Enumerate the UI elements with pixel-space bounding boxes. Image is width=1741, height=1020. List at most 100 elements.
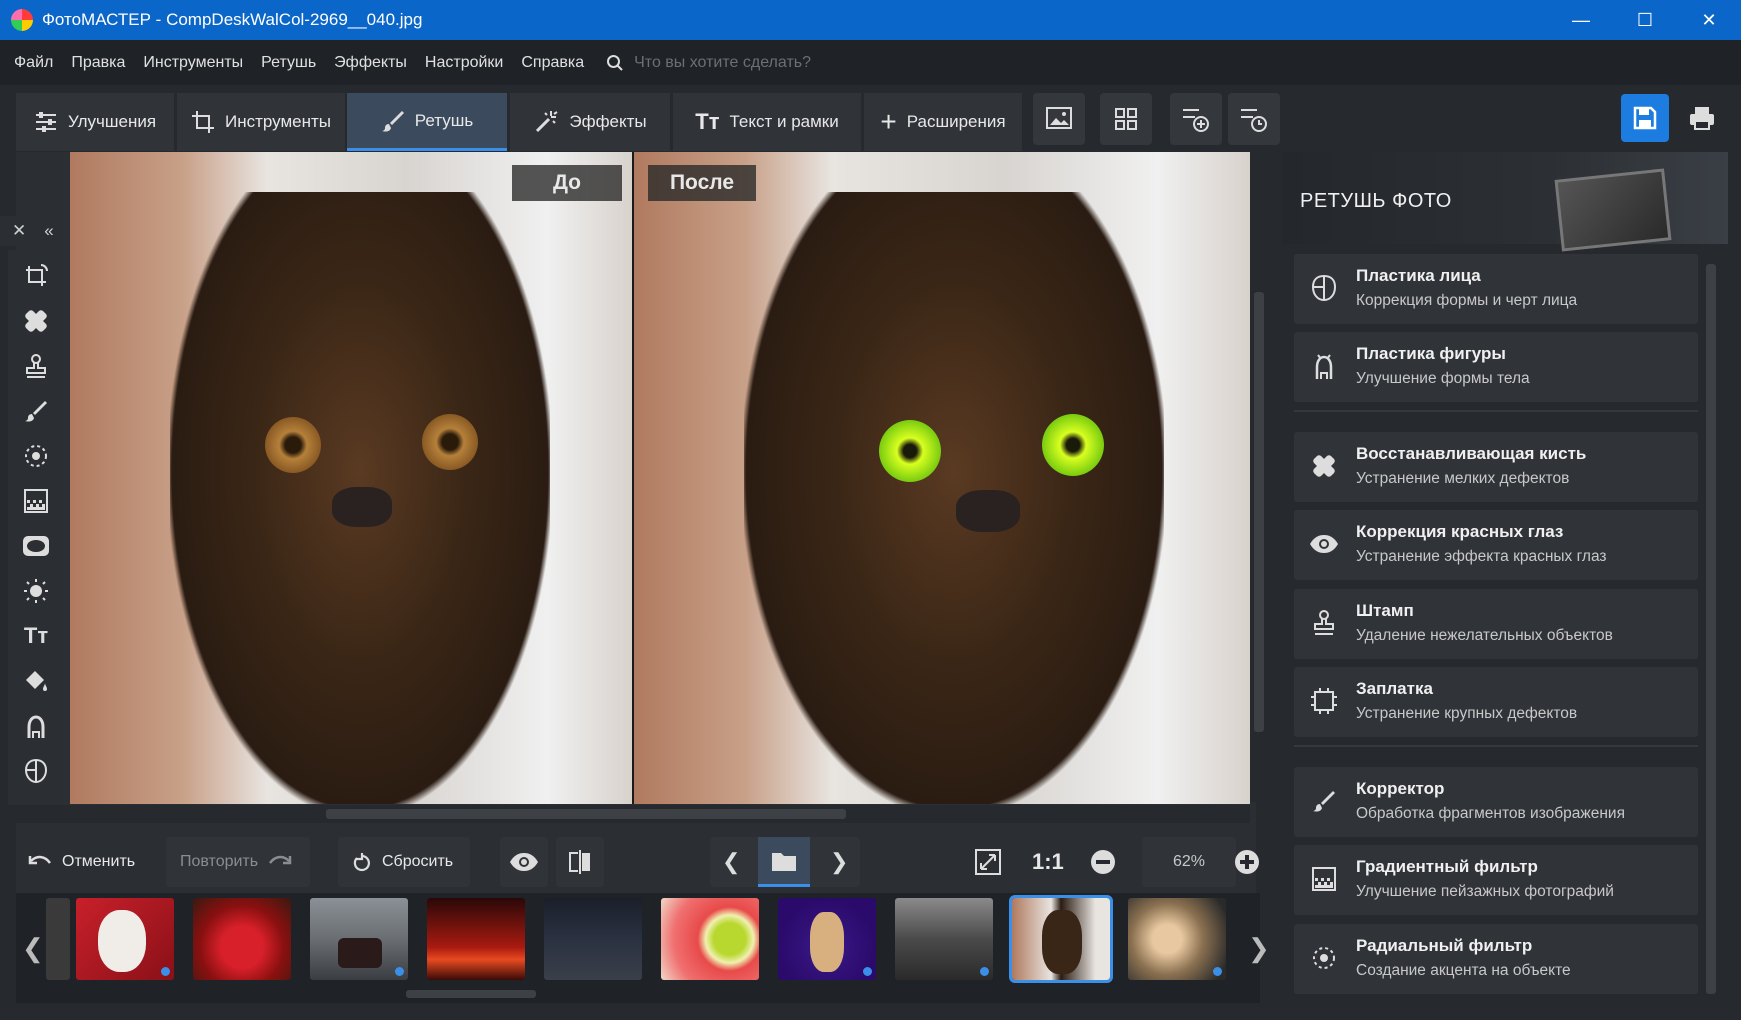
image-view-button[interactable]	[1033, 93, 1085, 145]
reset-icon	[353, 853, 370, 872]
thumbnail[interactable]	[76, 898, 174, 980]
save-button[interactable]	[1621, 94, 1669, 142]
fill-tool[interactable]	[18, 663, 54, 699]
close-button[interactable]: ✕	[1677, 0, 1741, 40]
tool-card-corrector[interactable]: Корректор Обработка фрагментов изображен…	[1294, 767, 1698, 837]
card-title: Пластика фигуры	[1356, 344, 1506, 363]
panel-scrollbar[interactable]	[1700, 244, 1722, 1004]
open-folder-button[interactable]	[758, 837, 810, 887]
thumbnail[interactable]	[1128, 898, 1226, 980]
zoom-1to1-button[interactable]: 1:1	[1018, 837, 1078, 887]
tool-card-healing-brush[interactable]: Восстанавливающая кисть Устранение мелки…	[1294, 432, 1698, 502]
tab-enhancements[interactable]: Улучшения	[16, 93, 174, 151]
tool-card-patch[interactable]: Заплатка Устранение крупных дефектов	[1294, 667, 1698, 737]
thumbnail[interactable]	[544, 898, 642, 980]
tool-card-radial-filter[interactable]: Радиальный фильтр Создание акцента на об…	[1294, 924, 1698, 994]
filmstrip: ❮ ❯	[16, 893, 1270, 1003]
face-icon	[1311, 274, 1337, 302]
gradient-filter-icon	[24, 489, 48, 513]
light-tool[interactable]	[18, 573, 54, 609]
zoom-in-button[interactable]	[1232, 837, 1262, 887]
canvas-horizontal-scrollbar[interactable]	[16, 805, 1250, 823]
gradient-tool[interactable]	[18, 483, 54, 519]
menu-effects[interactable]: Эффекты	[334, 54, 407, 72]
thumbnail[interactable]	[310, 898, 408, 980]
card-subtitle: Устранение эффекта красных глаз	[1356, 548, 1607, 565]
photo-after[interactable]	[634, 152, 1250, 804]
tab-text-frames[interactable]: Tт Текст и рамки	[673, 93, 861, 151]
thumbnail-selected[interactable]	[1009, 895, 1113, 983]
fullscreen-icon	[975, 849, 1001, 875]
menu-file[interactable]: Файл	[14, 54, 53, 72]
thumbnail[interactable]	[427, 898, 525, 980]
menu-retouch[interactable]: Ретушь	[261, 54, 316, 72]
filmstrip-next-button[interactable]: ❯	[1248, 933, 1270, 964]
thumbnail[interactable]	[193, 898, 291, 980]
thumbnail[interactable]	[895, 898, 993, 980]
rotate-crop-icon	[26, 264, 48, 286]
healing-tool[interactable]	[18, 303, 54, 339]
add-preset-button[interactable]	[1170, 93, 1222, 145]
tab-label: Улучшения	[67, 112, 157, 131]
menu-tools[interactable]: Инструменты	[143, 54, 243, 72]
zoom-out-button[interactable]	[1088, 837, 1118, 887]
thumbnail[interactable]	[661, 898, 759, 980]
filmstrip-prev-button[interactable]: ❮	[22, 933, 44, 964]
search-input[interactable]	[634, 53, 935, 72]
redo-button[interactable]: Повторить	[166, 837, 310, 887]
body-tool[interactable]	[18, 708, 54, 744]
preset-history-button[interactable]	[1228, 93, 1280, 145]
tab-tools[interactable]: Инструменты	[177, 93, 345, 151]
face-tool[interactable]	[18, 753, 54, 789]
tool-card-red-eye[interactable]: Коррекция красных глаз Устранение эффект…	[1294, 510, 1698, 580]
tab-retouch[interactable]: Ретушь	[347, 93, 507, 151]
tool-card-figure-sculpt[interactable]: Пластика фигуры Улучшение формы тела	[1294, 332, 1698, 402]
settings-add-icon	[1183, 109, 1209, 132]
brush-tool[interactable]	[18, 393, 54, 429]
zoom-value[interactable]: 62%	[1142, 837, 1236, 887]
vignette-tool[interactable]	[18, 528, 54, 564]
prev-photo-button[interactable]: ❮	[722, 849, 740, 875]
reset-button[interactable]: Сбросить	[338, 837, 470, 887]
tab-extensions[interactable]: + Расширения	[864, 93, 1022, 151]
card-subtitle: Устранение крупных дефектов	[1356, 705, 1578, 722]
menu-edit[interactable]: Правка	[71, 54, 125, 72]
thumbnail[interactable]	[778, 898, 876, 980]
print-icon	[1690, 107, 1714, 130]
grid-view-button[interactable]	[1100, 93, 1152, 145]
grid-icon	[1115, 108, 1137, 130]
text-tool[interactable]: Tт	[18, 618, 54, 654]
tool-card-face-sculpt[interactable]: Пластика лица Коррекция формы и черт лиц…	[1294, 254, 1698, 324]
collapse-icon[interactable]: «	[44, 221, 53, 241]
tab-label: Инструменты	[224, 112, 331, 131]
cat-eye-right	[422, 414, 478, 470]
close-icon[interactable]: ✕	[12, 221, 26, 241]
radial-tool[interactable]	[18, 438, 54, 474]
menu-settings[interactable]: Настройки	[425, 54, 503, 72]
menu-help[interactable]: Справка	[521, 54, 584, 72]
maximize-button[interactable]: ☐	[1613, 0, 1677, 40]
stamp-tool[interactable]	[18, 348, 54, 384]
undo-icon	[28, 855, 52, 865]
next-photo-button[interactable]: ❯	[830, 849, 848, 875]
card-title: Пластика лица	[1356, 266, 1481, 285]
tab-label: Текст и рамки	[729, 112, 839, 131]
tab-effects[interactable]: Эффекты	[510, 93, 670, 151]
print-button[interactable]	[1678, 94, 1726, 142]
card-title: Корректор	[1356, 779, 1445, 798]
photo-before[interactable]	[70, 152, 632, 804]
rotate-crop-tool[interactable]	[18, 258, 54, 294]
cat-eye-left	[879, 420, 941, 482]
filmstrip-scrollbar[interactable]	[56, 988, 1236, 1000]
fit-screen-button[interactable]	[966, 837, 1010, 887]
minimize-button[interactable]: —	[1549, 0, 1613, 40]
canvas-vertical-scrollbar[interactable]	[1250, 152, 1268, 802]
undo-button[interactable]: Отменить	[14, 837, 149, 887]
healing-brush-icon	[1313, 455, 1335, 477]
thumbnail[interactable]	[46, 898, 70, 980]
compare-view-button[interactable]	[556, 837, 604, 887]
folder-icon	[772, 852, 796, 871]
preview-button[interactable]	[500, 837, 548, 887]
tool-card-stamp[interactable]: Штамп Удаление нежелательных объектов	[1294, 589, 1698, 659]
tool-card-gradient-filter[interactable]: Градиентный фильтр Улучшение пейзажных ф…	[1294, 845, 1698, 915]
